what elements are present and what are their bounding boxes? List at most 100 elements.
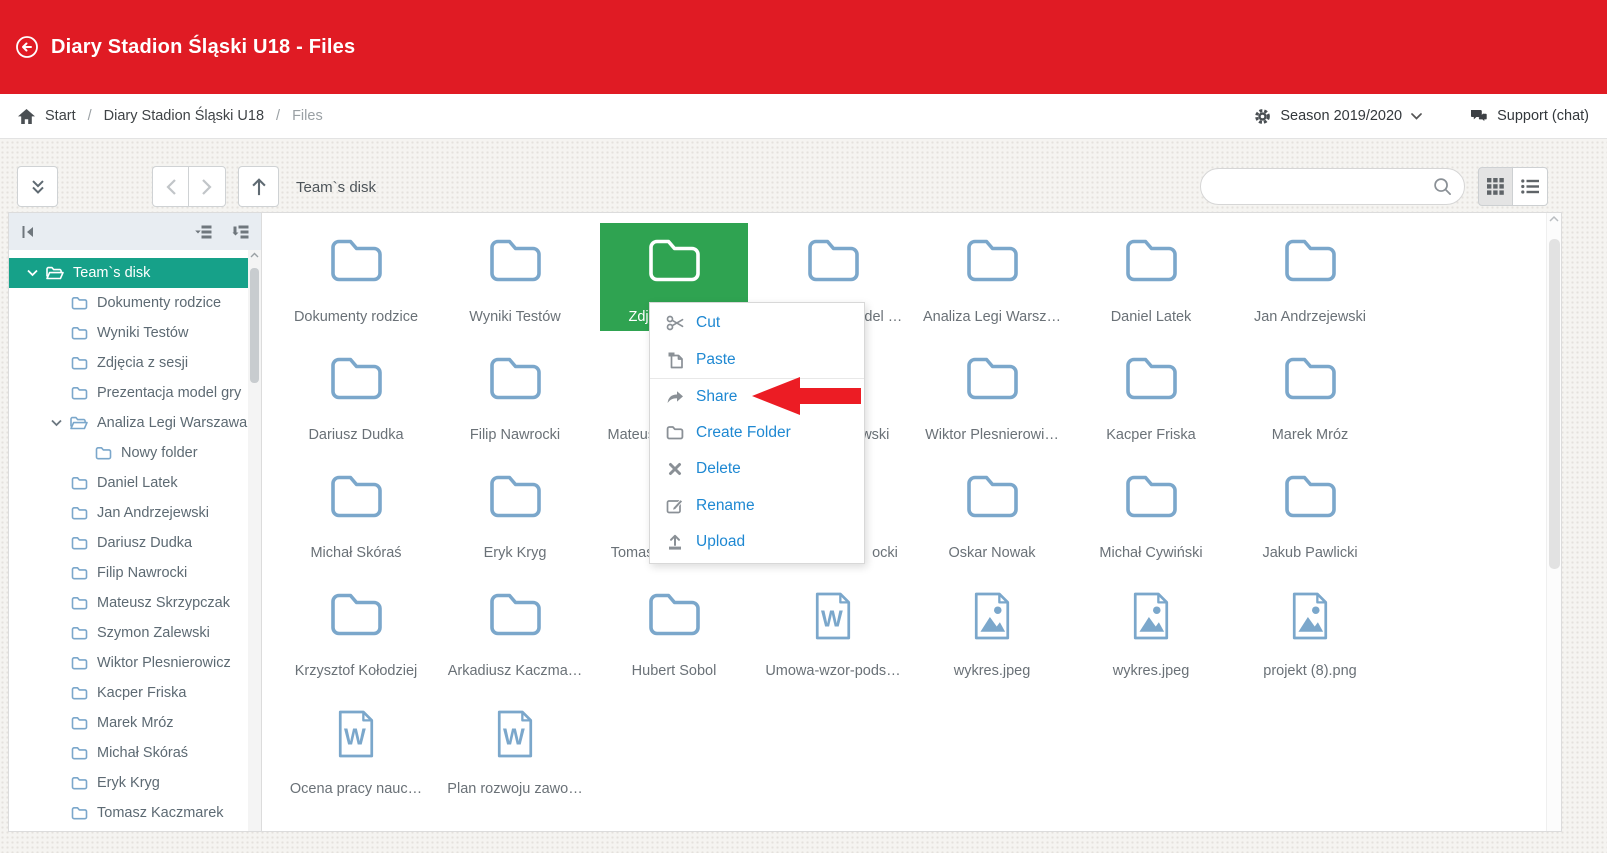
tree-item-label: Team`s disk	[73, 265, 150, 281]
scrollbar-thumb[interactable]	[1549, 239, 1560, 569]
breadcrumb-item-start[interactable]: Start	[45, 108, 76, 124]
home-icon[interactable]	[18, 109, 35, 124]
menu-item-delete[interactable]: Delete	[650, 451, 864, 488]
tree-item-dariusz-dudka[interactable]: Dariusz Dudka	[9, 528, 248, 558]
rename-icon	[665, 497, 685, 514]
tree-item-nowy-folder[interactable]: Nowy folder	[9, 438, 248, 468]
folder-tile-kacper-friska[interactable]: Kacper Friska	[1077, 341, 1225, 449]
menu-item-share[interactable]: Share	[650, 378, 864, 415]
back-circle-icon[interactable]	[15, 35, 39, 59]
folder-icon	[71, 776, 88, 790]
menu-item-cut[interactable]: Cut	[650, 305, 864, 342]
files-scrollbar[interactable]	[1546, 213, 1561, 831]
folder-tile-micha-cywi-ski[interactable]: Michał Cywiński	[1077, 459, 1225, 567]
tile-label: Arkadiusz Kaczma…	[448, 663, 583, 679]
search-icon[interactable]	[1433, 177, 1452, 196]
menu-item-rename[interactable]: Rename	[650, 488, 864, 525]
folder-tile-dokumenty-rodzice[interactable]: Dokumenty rodzice	[282, 223, 430, 331]
search-input[interactable]	[1213, 179, 1433, 195]
list-view-button[interactable]	[1513, 167, 1548, 206]
tree-item-wyniki-test-w[interactable]: Wyniki Testów	[9, 318, 248, 348]
tree-item-prezentacja-model-gry[interactable]: Prezentacja model gry	[9, 378, 248, 408]
folder-tile-arkadiusz-kaczma[interactable]: Arkadiusz Kaczma…	[441, 577, 589, 685]
folder-tile-analiza-legi-warsz[interactable]: Analiza Legi Warsz…	[918, 223, 1066, 331]
folder-tile-wiktor-plesnierowi[interactable]: Wiktor Plesnierowi…	[918, 341, 1066, 449]
file-tile-wykres-jpeg[interactable]: wykres.jpeg	[918, 577, 1066, 685]
tree-item-zdj-cia-z-sesji[interactable]: Zdjęcia z sesji	[9, 348, 248, 378]
collapse-panel-button[interactable]	[17, 166, 58, 207]
folder-tile-marek-mr-z[interactable]: Marek Mróz	[1236, 341, 1384, 449]
menu-item-label: Share	[696, 388, 737, 406]
collapse-sidebar-icon[interactable]	[21, 225, 35, 239]
chevron-down-icon[interactable]	[27, 269, 38, 277]
menu-item-create-folder[interactable]: Create Folder	[650, 415, 864, 452]
folder-tile-jakub-pawlicki[interactable]: Jakub Pawlicki	[1236, 459, 1384, 567]
tile-label: ocki	[872, 545, 898, 561]
tree-item-micha-sk-ra[interactable]: Michał Skóraś	[9, 738, 248, 768]
tree-scrollbar[interactable]	[248, 250, 261, 831]
back-button[interactable]	[152, 166, 189, 207]
scrollbar-thumb[interactable]	[250, 268, 259, 383]
file-tile-plan-rozwoju-zawo[interactable]: WPlan rozwoju zawo…	[441, 695, 589, 803]
file-tile-ocena-pracy-nauc[interactable]: WOcena pracy nauc…	[282, 695, 430, 803]
season-selector[interactable]: Season 2019/2020	[1254, 108, 1422, 125]
collapse-all-tree-icon[interactable]	[195, 225, 212, 239]
tree-item-jan-andrzejewski[interactable]: Jan Andrzejewski	[9, 498, 248, 528]
folder-icon	[964, 472, 1020, 520]
tree-item-label: Zdjęcia z sesji	[97, 355, 188, 371]
scroll-up-icon[interactable]	[248, 252, 261, 258]
tree-item-tomasz-kaczmarek[interactable]: Tomasz Kaczmarek	[9, 798, 248, 828]
chevron-down-icon[interactable]	[51, 419, 62, 427]
folder-icon	[487, 472, 543, 520]
support-chat-button[interactable]: Support (chat)	[1470, 108, 1589, 124]
tree-item-daniel-latek[interactable]: Daniel Latek	[9, 468, 248, 498]
folder-tile-krzysztof-ko-odziej[interactable]: Krzysztof Kołodziej	[282, 577, 430, 685]
tree-item-wiktor-plesnierowicz[interactable]: Wiktor Plesnierowicz	[9, 648, 248, 678]
breadcrumb-item-diary[interactable]: Diary Stadion Śląski U18	[104, 108, 264, 124]
support-label: Support (chat)	[1497, 108, 1589, 124]
folder-tile-micha-sk-ra[interactable]: Michał Skóraś	[282, 459, 430, 567]
tree-item-team-s-disk[interactable]: Team`s disk	[9, 258, 248, 288]
folder-tile-wyniki-test-w[interactable]: Wyniki Testów	[441, 223, 589, 331]
scroll-up-icon[interactable]	[1547, 215, 1561, 222]
tree-item-analiza-legi-warszawa[interactable]: Analiza Legi Warszawa	[9, 408, 248, 438]
expand-all-tree-icon[interactable]	[232, 225, 249, 239]
grid-view-button[interactable]	[1478, 167, 1513, 206]
file-tile-umowa-wzor-pods[interactable]: WUmowa-wzor-pods…	[759, 577, 907, 685]
folder-icon	[1123, 354, 1179, 402]
page-title: Diary Stadion Śląski U18 - Files	[51, 36, 355, 59]
gear-icon	[1254, 108, 1271, 125]
tree-item-label: Eryk Kryg	[97, 775, 160, 791]
tree-item-marek-mr-z[interactable]: Marek Mróz	[9, 708, 248, 738]
tree-item-label: Tomasz Kaczmarek	[97, 805, 224, 821]
file-tile-wykres-jpeg[interactable]: wykres.jpeg	[1077, 577, 1225, 685]
forward-button[interactable]	[189, 166, 226, 207]
svg-text:W: W	[503, 724, 525, 750]
file-tile-projekt-8-png[interactable]: projekt (8).png	[1236, 577, 1384, 685]
chevron-right-icon	[201, 178, 213, 196]
list-view-icon	[1521, 179, 1539, 194]
scissors-icon	[665, 314, 685, 332]
menu-item-paste[interactable]: Paste	[650, 342, 864, 379]
folder-tile-daniel-latek[interactable]: Daniel Latek	[1077, 223, 1225, 331]
folder-tile-filip-nawrocki[interactable]: Filip Nawrocki	[441, 341, 589, 449]
tile-label: Dokumenty rodzice	[294, 309, 418, 325]
tree-item-dokumenty-rodzice[interactable]: Dokumenty rodzice	[9, 288, 248, 318]
folder-tile-oskar-nowak[interactable]: Oskar Nowak	[918, 459, 1066, 567]
tile-label: Eryk Kryg	[484, 545, 547, 561]
tile-label: Krzysztof Kołodziej	[295, 663, 418, 679]
tree-item-eryk-kryg[interactable]: Eryk Kryg	[9, 768, 248, 798]
tree-item-kacper-friska[interactable]: Kacper Friska	[9, 678, 248, 708]
folder-tile-jan-andrzejewski[interactable]: Jan Andrzejewski	[1236, 223, 1384, 331]
up-directory-button[interactable]	[238, 166, 279, 207]
tree-item-mateusz-skrzypczak[interactable]: Mateusz Skrzypczak	[9, 588, 248, 618]
tree-item-szymon-zalewski[interactable]: Szymon Zalewski	[9, 618, 248, 648]
folder-tile-hubert-sobol[interactable]: Hubert Sobol	[600, 577, 748, 685]
menu-item-upload[interactable]: Upload	[650, 524, 864, 561]
folder-tile-dariusz-dudka[interactable]: Dariusz Dudka	[282, 341, 430, 449]
word-file-icon: W	[494, 708, 536, 760]
folder-tile-eryk-kryg[interactable]: Eryk Kryg	[441, 459, 589, 567]
tree-item-filip-nawrocki[interactable]: Filip Nawrocki	[9, 558, 248, 588]
menu-item-label: Cut	[696, 314, 720, 332]
folder-open-icon	[45, 266, 64, 280]
